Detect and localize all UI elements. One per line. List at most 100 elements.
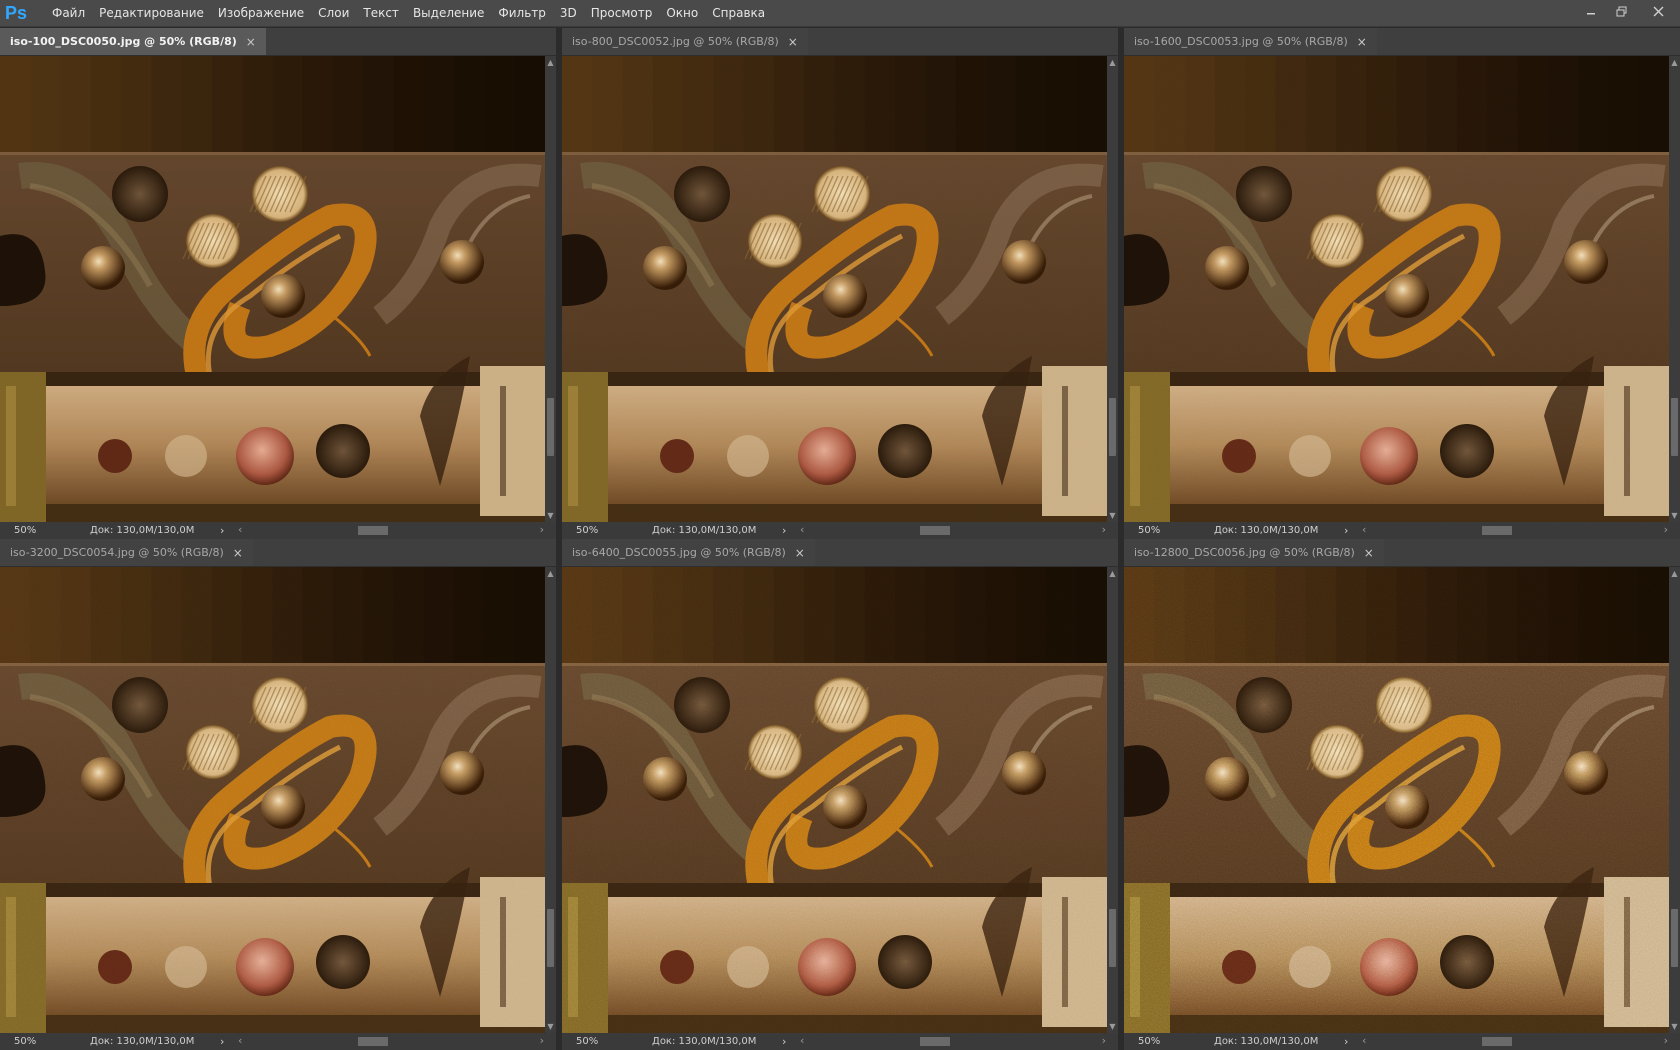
photoshop-logo: Ps	[5, 3, 28, 23]
status-menu-chevron-icon[interactable]: ›	[1344, 524, 1358, 537]
scroll-up-icon[interactable]: ▲	[1669, 569, 1680, 578]
vertical-scrollbar[interactable]: ▲ ▼	[545, 56, 556, 522]
scroll-down-icon[interactable]: ▼	[1669, 1022, 1680, 1031]
tab-close-icon[interactable]: ×	[795, 546, 805, 560]
menu-image[interactable]: Изображение	[211, 0, 311, 26]
document-tab[interactable]: iso-3200_DSC0054.jpg @ 50% (RGB/8) ×	[0, 539, 253, 566]
status-menu-chevron-icon[interactable]: ›	[220, 524, 234, 537]
status-menu-chevron-icon[interactable]: ›	[1344, 1035, 1358, 1048]
image-canvas[interactable]	[0, 56, 545, 522]
zoom-level[interactable]: 50%	[0, 1036, 60, 1047]
scroll-right-icon[interactable]: ›	[1664, 523, 1668, 536]
document-size: Док: 130,0M/130,0M	[90, 1036, 195, 1047]
scroll-right-icon[interactable]: ›	[1102, 523, 1106, 536]
scroll-left-icon[interactable]: ‹	[800, 523, 804, 536]
horizontal-scrollbar[interactable]: ‹ ›	[796, 523, 1112, 537]
scroll-left-icon[interactable]: ‹	[238, 523, 242, 536]
scroll-right-icon[interactable]: ›	[540, 523, 544, 536]
scroll-down-icon[interactable]: ▼	[1107, 1022, 1118, 1031]
scroll-up-icon[interactable]: ▲	[1107, 58, 1118, 67]
scrollbar-thumb[interactable]	[920, 1037, 950, 1046]
scroll-down-icon[interactable]: ▼	[1107, 511, 1118, 520]
status-menu-chevron-icon[interactable]: ›	[782, 1035, 796, 1048]
scroll-left-icon[interactable]: ‹	[1362, 1034, 1366, 1047]
scroll-up-icon[interactable]: ▲	[545, 58, 556, 67]
vertical-scrollbar[interactable]: ▲ ▼	[545, 567, 556, 1033]
scrollbar-thumb[interactable]	[1482, 526, 1512, 535]
document-tab[interactable]: iso-6400_DSC0055.jpg @ 50% (RGB/8) ×	[562, 539, 815, 566]
tab-close-icon[interactable]: ×	[788, 35, 798, 49]
image-canvas[interactable]	[1124, 567, 1669, 1033]
scroll-down-icon[interactable]: ▼	[1669, 511, 1680, 520]
status-bar: 50% Док: 130,0M/130,0M › ‹ ›	[1124, 522, 1680, 539]
document-size: Док: 130,0M/130,0M	[1214, 1036, 1319, 1047]
scroll-left-icon[interactable]: ‹	[800, 1034, 804, 1047]
scroll-down-icon[interactable]: ▼	[545, 511, 556, 520]
document-size: Док: 130,0M/130,0M	[652, 525, 757, 536]
tab-close-icon[interactable]: ×	[233, 546, 243, 560]
menu-file[interactable]: Файл	[45, 0, 92, 26]
vertical-scrollbar[interactable]: ▲ ▼	[1669, 567, 1680, 1033]
scrollbar-thumb[interactable]	[1109, 909, 1116, 967]
zoom-level[interactable]: 50%	[1124, 1036, 1184, 1047]
scrollbar-thumb[interactable]	[547, 909, 554, 967]
menu-3d[interactable]: 3D	[553, 0, 584, 26]
document-tab-title: iso-100_DSC0050.jpg @ 50% (RGB/8)	[10, 35, 237, 48]
image-canvas[interactable]	[1124, 56, 1669, 522]
zoom-level[interactable]: 50%	[562, 1036, 622, 1047]
horizontal-scrollbar[interactable]: ‹ ›	[1358, 523, 1674, 537]
document-tab[interactable]: iso-800_DSC0052.jpg @ 50% (RGB/8) ×	[562, 28, 808, 55]
scroll-up-icon[interactable]: ▲	[1107, 569, 1118, 578]
horizontal-scrollbar[interactable]: ‹ ›	[234, 523, 550, 537]
zoom-level[interactable]: 50%	[1124, 525, 1184, 536]
vertical-scrollbar[interactable]: ▲ ▼	[1107, 56, 1118, 522]
scrollbar-thumb[interactable]	[1482, 1037, 1512, 1046]
scroll-down-icon[interactable]: ▼	[545, 1022, 556, 1031]
scrollbar-thumb[interactable]	[920, 526, 950, 535]
horizontal-scrollbar[interactable]: ‹ ›	[234, 1034, 550, 1048]
document-tab[interactable]: iso-1600_DSC0053.jpg @ 50% (RGB/8) ×	[1124, 28, 1377, 55]
document-tab[interactable]: iso-100_DSC0050.jpg @ 50% (RGB/8) ×	[0, 28, 266, 55]
document-tab-title: iso-6400_DSC0055.jpg @ 50% (RGB/8)	[572, 546, 786, 559]
menu-layer[interactable]: Слои	[311, 0, 356, 26]
tab-close-icon[interactable]: ×	[246, 35, 256, 49]
menu-filter[interactable]: Фильтр	[491, 0, 552, 26]
image-canvas[interactable]	[0, 567, 545, 1033]
menu-help[interactable]: Справка	[705, 0, 772, 26]
tab-close-icon[interactable]: ×	[1357, 35, 1367, 49]
vertical-scrollbar[interactable]: ▲ ▼	[1669, 56, 1680, 522]
scrollbar-thumb[interactable]	[1671, 909, 1678, 967]
scrollbar-thumb[interactable]	[358, 526, 388, 535]
image-canvas[interactable]	[562, 567, 1107, 1033]
restore-icon[interactable]	[1606, 0, 1636, 22]
menu-type[interactable]: Текст	[356, 0, 406, 26]
scroll-right-icon[interactable]: ›	[540, 1034, 544, 1047]
scroll-left-icon[interactable]: ‹	[238, 1034, 242, 1047]
menu-window[interactable]: Окно	[659, 0, 705, 26]
zoom-level[interactable]: 50%	[0, 525, 60, 536]
document-tab[interactable]: iso-12800_DSC0056.jpg @ 50% (RGB/8) ×	[1124, 539, 1384, 566]
vertical-scrollbar[interactable]: ▲ ▼	[1107, 567, 1118, 1033]
scroll-up-icon[interactable]: ▲	[1669, 58, 1680, 67]
zoom-level[interactable]: 50%	[562, 525, 622, 536]
scroll-left-icon[interactable]: ‹	[1362, 523, 1366, 536]
horizontal-scrollbar[interactable]: ‹ ›	[796, 1034, 1112, 1048]
scrollbar-thumb[interactable]	[547, 398, 554, 456]
image-canvas[interactable]	[562, 56, 1107, 522]
horizontal-scrollbar[interactable]: ‹ ›	[1358, 1034, 1674, 1048]
scrollbar-thumb[interactable]	[1109, 398, 1116, 456]
tab-close-icon[interactable]: ×	[1364, 546, 1374, 560]
scroll-right-icon[interactable]: ›	[1664, 1034, 1668, 1047]
scroll-right-icon[interactable]: ›	[1102, 1034, 1106, 1047]
menu-edit[interactable]: Редактирование	[92, 0, 211, 26]
scroll-up-icon[interactable]: ▲	[545, 569, 556, 578]
close-icon[interactable]	[1636, 0, 1680, 22]
menu-bar: Ps Файл Редактирование Изображение Слои …	[0, 0, 1680, 27]
menu-view[interactable]: Просмотр	[584, 0, 660, 26]
scrollbar-thumb[interactable]	[358, 1037, 388, 1046]
status-menu-chevron-icon[interactable]: ›	[220, 1035, 234, 1048]
status-menu-chevron-icon[interactable]: ›	[782, 524, 796, 537]
minimize-icon[interactable]	[1576, 0, 1606, 22]
menu-select[interactable]: Выделение	[406, 0, 491, 26]
scrollbar-thumb[interactable]	[1671, 398, 1678, 456]
